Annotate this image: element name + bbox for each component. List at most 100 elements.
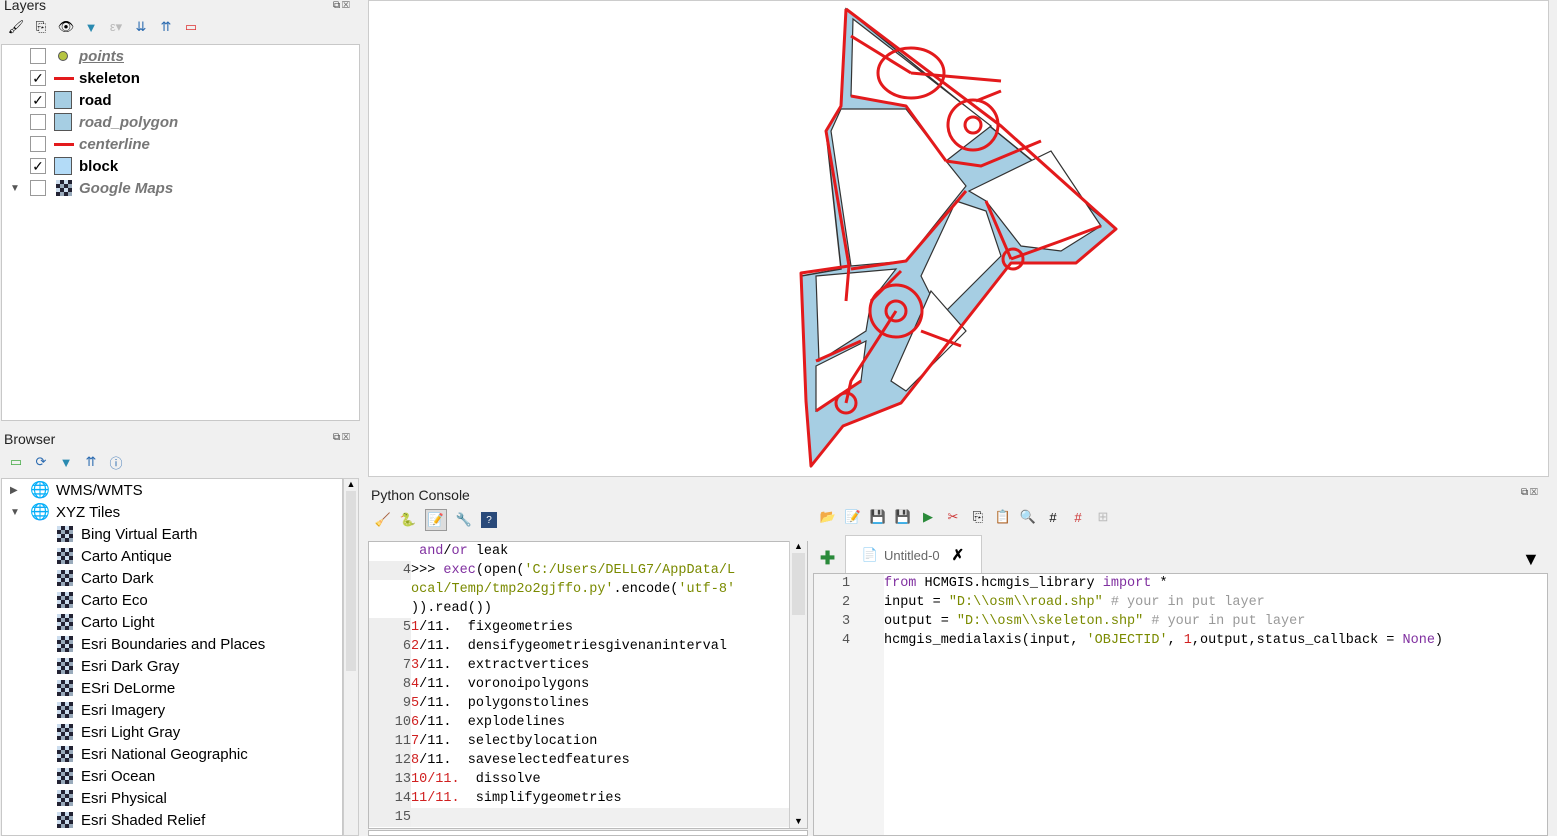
- collapse-arrow-icon[interactable]: ▼: [10, 507, 20, 518]
- xyz-tile-item[interactable]: Esri National Geographic: [2, 743, 342, 765]
- layers-dock-buttons[interactable]: ⧉☒: [333, 0, 352, 11]
- code-token: 6: [411, 715, 420, 730]
- expand-arrow-icon[interactable]: ▶: [10, 485, 18, 496]
- layer-item[interactable]: ✓ skeleton: [2, 67, 359, 89]
- cut-icon[interactable]: ✂: [945, 509, 961, 525]
- editor-tab-untitled-0[interactable]: 📄 Untitled-0 ✗: [845, 535, 982, 574]
- layers-panel-title: Layers: [4, 0, 47, 13]
- tab-list-dropdown-icon[interactable]: ▼: [1522, 549, 1540, 570]
- layer-visibility-checkbox[interactable]: ✓: [30, 92, 46, 108]
- xyz-tile-item[interactable]: Esri Ocean: [2, 765, 342, 787]
- style-brush-icon[interactable]: 🖌: [8, 19, 25, 35]
- layer-item[interactable]: ✓ block: [2, 155, 359, 177]
- xyz-tile-item[interactable]: ESri DeLorme: [2, 677, 342, 699]
- xyz-tile-item[interactable]: Carto Eco: [2, 589, 342, 611]
- xyz-tile-item[interactable]: Esri Physical: [2, 787, 342, 809]
- collapse-all-icon[interactable]: ⇈: [83, 454, 99, 470]
- code-token: None: [1402, 633, 1435, 648]
- python-console-title: Python Console: [371, 487, 470, 503]
- open-in-external-editor-icon[interactable]: 📝: [845, 509, 861, 525]
- show-editor-icon[interactable]: 📝: [425, 509, 447, 531]
- layer-item[interactable]: ▼ Google Maps: [2, 177, 359, 199]
- visibility-eye-icon[interactable]: 👁: [58, 19, 75, 35]
- browser-scrollbar[interactable]: ▲: [343, 478, 359, 836]
- xyz-tile-item[interactable]: Esri Shaded Relief: [2, 809, 342, 831]
- code-editor[interactable]: 1 from HCMGIS.hcmgis_library import * 2 inp…: [813, 573, 1548, 836]
- line-number: 15: [369, 808, 411, 827]
- uncomment-icon[interactable]: #: [1070, 509, 1086, 525]
- expand-all-icon[interactable]: ⇊: [133, 19, 149, 35]
- remove-layer-icon[interactable]: ▭: [183, 19, 199, 35]
- expand-arrow-icon[interactable]: ▼: [10, 183, 20, 194]
- scroll-up-icon[interactable]: ▲: [344, 479, 358, 489]
- help-icon[interactable]: ?: [481, 512, 497, 528]
- collapse-all-icon[interactable]: ⇈: [158, 19, 174, 35]
- layer-item[interactable]: points: [2, 45, 359, 67]
- add-group-icon[interactable]: ⎘: [33, 19, 49, 35]
- xyz-tile-item[interactable]: Carto Antique: [2, 545, 342, 567]
- expression-filter-icon[interactable]: ε▾: [108, 19, 124, 35]
- layer-name: road_polygon: [79, 113, 179, 131]
- new-tab-plus-icon[interactable]: ✚: [820, 548, 835, 569]
- layer-visibility-checkbox[interactable]: ✓: [30, 158, 46, 174]
- layer-visibility-checkbox[interactable]: ✓: [30, 70, 46, 86]
- code-token: ocal/Temp/tmp2o2gjffo.py': [411, 582, 614, 597]
- layer-item[interactable]: centerline: [2, 133, 359, 155]
- python-console-output[interactable]: and/or leak 4>>> exec(open('C:/Users/DELL…: [368, 541, 808, 829]
- layer-item[interactable]: ✓ road: [2, 89, 359, 111]
- filter-icon[interactable]: ▼: [83, 19, 99, 35]
- xyz-tile-item[interactable]: Esri Imagery: [2, 699, 342, 721]
- object-inspector-icon[interactable]: ⊞: [1095, 509, 1111, 525]
- console-input[interactable]: [368, 830, 808, 836]
- add-selected-icon[interactable]: ▭: [8, 454, 24, 470]
- tile-layer-icon: [57, 636, 73, 652]
- scroll-up-icon[interactable]: ▲: [790, 541, 807, 551]
- browser-item[interactable]: ▶ 🌐 WMS/WMTS: [2, 479, 342, 501]
- console-scrollbar[interactable]: ▲ ▼: [789, 541, 807, 828]
- close-tab-icon[interactable]: ✗: [952, 546, 965, 564]
- find-icon[interactable]: 🔍: [1020, 509, 1036, 525]
- line-symbol-icon: [54, 142, 74, 146]
- refresh-icon[interactable]: ⟳: [33, 454, 49, 470]
- xyz-tile-item[interactable]: Esri Light Gray: [2, 721, 342, 743]
- layer-visibility-checkbox[interactable]: [30, 180, 46, 196]
- line-number: 8: [369, 675, 411, 694]
- save-icon[interactable]: 💾: [870, 509, 886, 525]
- code-token: 2: [411, 639, 420, 654]
- options-wrench-icon[interactable]: 🔧: [456, 512, 472, 528]
- layer-item[interactable]: road_polygon: [2, 111, 359, 133]
- xyz-tile-item[interactable]: Esri Boundaries and Places: [2, 633, 342, 655]
- layer-visibility-checkbox[interactable]: [30, 48, 46, 64]
- line-number: 13: [369, 770, 411, 789]
- scroll-thumb[interactable]: [792, 553, 805, 615]
- console-dock-buttons[interactable]: ⧉☒: [1521, 487, 1540, 498]
- copy-icon[interactable]: ⎘: [970, 509, 986, 525]
- code-line: 1310/11. dissolve: [369, 770, 807, 789]
- code-token: dissolve: [459, 772, 541, 787]
- clear-console-icon[interactable]: 🧹: [375, 512, 391, 528]
- layer-name: road: [79, 91, 112, 109]
- map-canvas[interactable]: [368, 0, 1549, 477]
- xyz-tile-item[interactable]: Bing Virtual Earth: [2, 523, 342, 545]
- scroll-down-icon[interactable]: ▼: [790, 816, 807, 826]
- run-script-icon[interactable]: ▶: [920, 509, 936, 525]
- layer-visibility-checkbox[interactable]: [30, 136, 46, 152]
- line-number: 10: [369, 713, 411, 732]
- scroll-thumb[interactable]: [346, 491, 356, 671]
- comment-icon[interactable]: #: [1045, 509, 1061, 525]
- tab-label: Untitled-0: [884, 547, 940, 563]
- code-token: # your in put layer: [1143, 614, 1306, 629]
- info-icon[interactable]: ⓘ: [108, 454, 124, 471]
- xyz-tile-item[interactable]: Carto Dark: [2, 567, 342, 589]
- save-as-icon[interactable]: 💾: [895, 509, 911, 525]
- open-file-icon[interactable]: 📂: [820, 509, 836, 525]
- xyz-tile-item[interactable]: Esri Dark Gray: [2, 655, 342, 677]
- filter-icon[interactable]: ▼: [58, 454, 74, 470]
- python-run-command-icon[interactable]: 🐍: [400, 512, 416, 528]
- paste-icon[interactable]: 📋: [995, 509, 1011, 525]
- layer-visibility-checkbox[interactable]: [30, 114, 46, 130]
- browser-dock-buttons[interactable]: ⧉☒: [333, 432, 352, 443]
- fill-symbol-icon: [54, 113, 72, 131]
- browser-item[interactable]: ▼ 🌐 XYZ Tiles: [2, 501, 342, 523]
- xyz-tile-item[interactable]: Carto Light: [2, 611, 342, 633]
